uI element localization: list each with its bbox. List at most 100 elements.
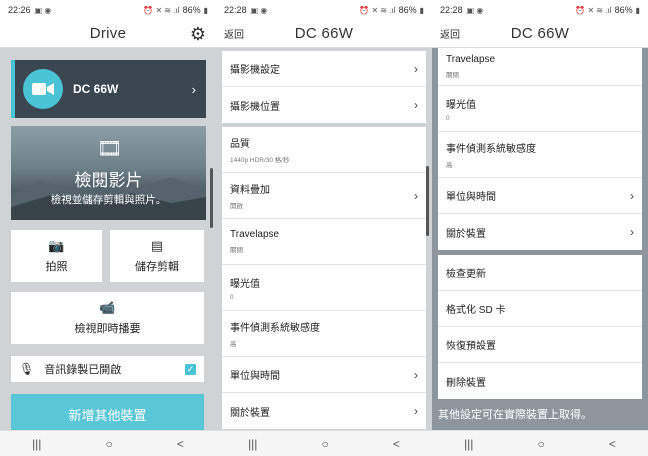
take-photo-button[interactable]: 📷 拍照 xyxy=(11,230,102,282)
settings-row-quality[interactable]: 品質 1440p HDR/30 格/秒 xyxy=(222,127,426,173)
settings-footnote: 其他設定可在實際裝置上取得。 xyxy=(438,409,592,421)
page-title: DC 66W xyxy=(510,25,570,42)
save-clip-button[interactable]: ▤ 儲存剪輯 xyxy=(110,230,204,282)
audio-checkbox[interactable]: ✓ xyxy=(185,363,196,375)
settings-row-camera-settings[interactable]: 攝影機設定 › xyxy=(222,51,426,87)
settings-row-travelapse[interactable]: Travelapse 關閉 xyxy=(222,219,426,265)
scrollbar[interactable] xyxy=(210,168,213,228)
row-value: 0 xyxy=(230,293,234,301)
chevron-right-icon: › xyxy=(191,81,196,97)
chevron-right-icon: › xyxy=(414,61,418,76)
save-clip-label: 儲存剪輯 xyxy=(135,261,179,273)
row-label: Travelapse xyxy=(230,229,280,240)
audio-recording-toggle[interactable]: 🎙 音訊錄製已開啟 ✓ xyxy=(11,356,204,382)
settings-group-recording: Travelapse 關閉 曝光值 0 事件偵測系統敏感度 高 單位與時間 › … xyxy=(438,48,642,250)
row-label: 單位與時間 xyxy=(230,371,280,382)
add-device-label: 新增其他裝置 xyxy=(68,407,147,423)
recent-apps-icon[interactable]: ||| xyxy=(248,437,257,451)
system-nav-bar: ||| ○ < xyxy=(216,430,432,456)
page-title: DC 66W xyxy=(294,25,354,42)
live-view-label: 檢視即時播要 xyxy=(74,323,141,335)
settings-row-units-time[interactable]: 單位與時間 › xyxy=(438,178,642,214)
settings-row-event-sensitivity[interactable]: 事件偵測系統敏感度 高 xyxy=(222,311,426,357)
home-icon[interactable]: ○ xyxy=(538,437,545,451)
settings-row-travelapse[interactable]: Travelapse 關閉 xyxy=(438,48,642,86)
row-label: 恢復預設置 xyxy=(446,341,496,352)
chevron-right-icon: › xyxy=(414,404,418,418)
battery-icon: ▮ xyxy=(635,5,640,15)
device-card[interactable]: DC 66W › xyxy=(11,60,206,118)
home-icon[interactable]: ○ xyxy=(322,437,329,451)
row-label: 事件偵測系統敏感度 xyxy=(230,323,320,334)
row-label: 攝影機位置 xyxy=(230,101,280,113)
live-view-button[interactable]: 📹 檢視即時播要 xyxy=(11,292,204,344)
row-label: 單位與時間 xyxy=(446,192,496,203)
row-value: 高 xyxy=(230,341,237,348)
chevron-right-icon: › xyxy=(414,367,418,382)
signal-icon: ⏰ ✕ ≋ .ıl xyxy=(143,5,180,15)
settings-row-delete-device[interactable]: 刪除裝置 xyxy=(438,363,642,399)
scrollbar[interactable] xyxy=(426,166,429,236)
settings-row-check-updates[interactable]: 檢查更新 xyxy=(438,255,642,291)
camera-icon xyxy=(23,69,63,109)
gear-icon[interactable]: ⚙ xyxy=(190,24,206,45)
recent-apps-icon[interactable]: ||| xyxy=(32,437,41,451)
notification-icon: ▣ ◉ xyxy=(34,5,52,15)
drive-home-screen: 22:26 ▣ ◉ ⏰ ✕ ≋ .ıl 86% ▮ Drive ⚙ DC 66W… xyxy=(0,0,216,456)
chevron-right-icon: › xyxy=(630,225,634,239)
battery-level: 86% xyxy=(614,5,633,15)
back-icon[interactable]: < xyxy=(609,437,616,451)
recent-apps-icon[interactable]: ||| xyxy=(464,437,473,451)
settings-row-exposure[interactable]: 曝光值 0 xyxy=(438,86,642,132)
device-name: DC 66W xyxy=(73,82,119,96)
row-label: 關於裝置 xyxy=(230,407,270,419)
settings-row-format-sd[interactable]: 格式化 SD 卡 xyxy=(438,291,642,327)
settings-row-data-overlay[interactable]: 資料疊加 開啟 › xyxy=(222,173,426,219)
battery-level: 86% xyxy=(398,5,417,15)
settings-row-exposure[interactable]: 曝光值 0 xyxy=(222,265,426,311)
review-videos-card[interactable]: 🎞 檢閱影片 檢視並儲存剪輯與照片。 xyxy=(11,126,206,220)
film-icon: 🎞 xyxy=(97,138,123,160)
signal-icon: ⏰ ✕ ≋ .ıl xyxy=(575,5,612,15)
back-button[interactable]: 返回 xyxy=(224,26,244,41)
status-bar: 22:28 ▣ ◉ ⏰ ✕ ≋ .ıl 86% ▮ xyxy=(432,0,648,20)
row-label: Travelapse xyxy=(446,54,496,65)
home-icon[interactable]: ○ xyxy=(106,437,113,451)
row-value: 開啟 xyxy=(230,203,243,210)
app-header: 返回 DC 66W xyxy=(432,20,648,48)
back-icon[interactable]: < xyxy=(393,437,400,451)
row-value: 高 xyxy=(446,162,453,169)
back-icon[interactable]: < xyxy=(177,437,184,451)
chevron-right-icon: › xyxy=(630,188,634,203)
review-videos-title: 檢閱影片 xyxy=(74,171,143,190)
settings-content: 攝影機設定 › 攝影機位置 › 品質 1440p HDR/30 格/秒 資料疊加… xyxy=(216,48,432,430)
chevron-right-icon: › xyxy=(414,188,418,203)
settings-row-units-time[interactable]: 單位與時間 › xyxy=(222,357,426,393)
settings-row-restore-defaults[interactable]: 恢復預設置 xyxy=(438,327,642,363)
device-settings-screen: 22:28 ▣ ◉ ⏰ ✕ ≋ .ıl 86% ▮ 返回 DC 66W 攝影機設… xyxy=(216,0,432,456)
row-label: 事件偵測系統敏感度 xyxy=(446,144,536,155)
chevron-right-icon: › xyxy=(414,98,418,112)
live-camera-icon: 📹 xyxy=(99,300,116,315)
status-time: 22:26 xyxy=(8,5,31,15)
settings-group-camera: 攝影機設定 › 攝影機位置 › xyxy=(222,51,426,123)
settings-row-camera-position[interactable]: 攝影機位置 › xyxy=(222,87,426,123)
row-value: 0 xyxy=(446,114,450,122)
settings-row-about-device[interactable]: 關於裝置 › xyxy=(438,214,642,250)
settings-group-device-actions: 檢查更新 格式化 SD 卡 恢復預設置 刪除裝置 xyxy=(438,255,642,399)
add-device-button[interactable]: 新增其他裝置 xyxy=(11,394,204,434)
row-label: 品質 xyxy=(230,139,250,150)
row-label: 資料疊加 xyxy=(230,185,270,196)
take-photo-label: 拍照 xyxy=(45,261,68,273)
battery-level: 86% xyxy=(182,5,201,15)
microphone-icon: 🎙 xyxy=(19,362,35,376)
row-label: 攝影機設定 xyxy=(230,65,280,76)
system-nav-bar: ||| ○ < xyxy=(0,430,216,456)
status-time: 22:28 xyxy=(440,5,463,15)
row-label: 關於裝置 xyxy=(446,228,486,240)
settings-row-about-device[interactable]: 關於裝置 › xyxy=(222,393,426,429)
back-button[interactable]: 返回 xyxy=(440,26,460,41)
settings-row-event-sensitivity[interactable]: 事件偵測系統敏感度 高 xyxy=(438,132,642,178)
row-label: 曝光值 xyxy=(230,278,260,290)
battery-icon: ▮ xyxy=(419,5,424,15)
